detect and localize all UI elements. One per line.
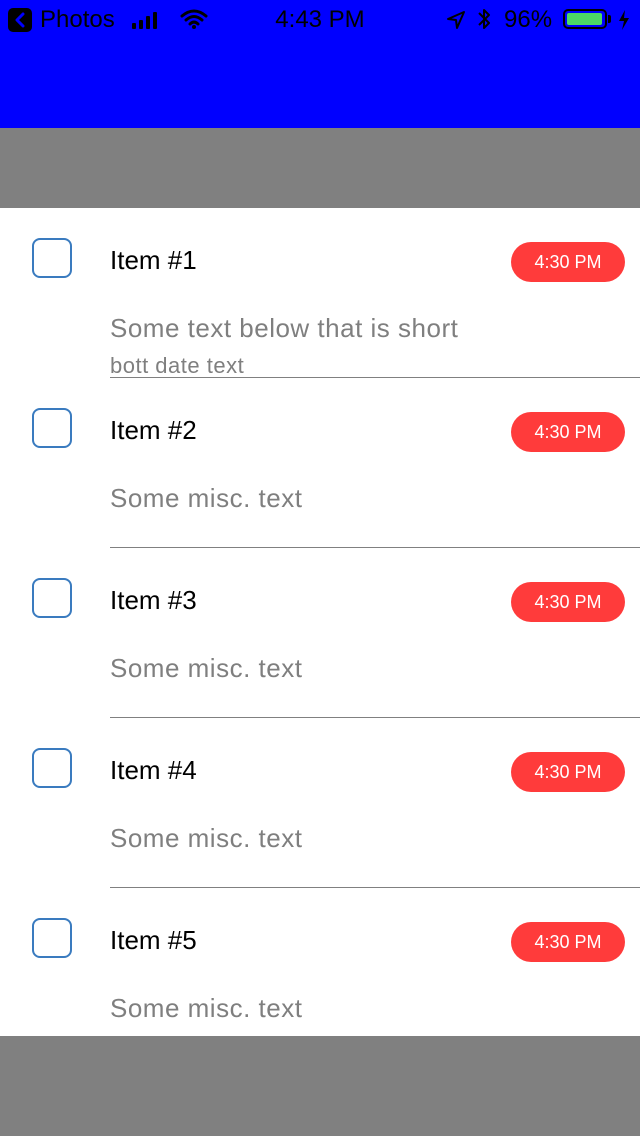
item-title: Item #1 [110,245,197,275]
app-screen: Photos 4:43 PM 96% Item #1 4:30 PM Some … [0,0,640,1136]
item-checkbox[interactable] [32,408,72,448]
time-badge: 4:30 PM [511,242,625,282]
bottom-bar [0,1036,640,1136]
item-checkbox[interactable] [32,748,72,788]
location-arrow-icon [446,9,466,37]
item-title: Item #3 [110,585,197,615]
item-title: Item #4 [110,755,197,785]
list-item[interactable]: Item #2 4:30 PM Some misc. text [0,378,640,548]
item-title: Item #5 [110,925,197,955]
list-item[interactable]: Item #5 4:30 PM Some misc. text [0,888,640,1036]
item-subtitle: Some text below that is short [110,313,459,343]
item-list[interactable]: Item #1 4:30 PM Some text below that is … [0,208,640,1036]
item-date-text: bott date text [110,354,245,377]
battery-tip [608,15,611,23]
battery-icon [563,9,607,29]
top-bar: Photos 4:43 PM 96% [0,0,640,128]
list-item[interactable]: Item #3 4:30 PM Some misc. text [0,548,640,718]
item-checkbox[interactable] [32,918,72,958]
time-badge: 4:30 PM [511,412,625,452]
list-item[interactable]: Item #1 4:30 PM Some text below that is … [0,208,640,378]
status-bar: Photos 4:43 PM 96% [0,0,640,40]
charging-bolt-icon [618,9,630,37]
item-subtitle: Some misc. text [110,993,303,1023]
gray-header [0,128,640,208]
item-subtitle: Some misc. text [110,653,303,683]
time-badge: 4:30 PM [511,922,625,962]
time-badge: 4:30 PM [511,752,625,792]
item-subtitle: Some misc. text [110,483,303,513]
battery-percent: 96% [504,6,553,33]
item-checkbox[interactable] [32,238,72,278]
item-checkbox[interactable] [32,578,72,618]
bluetooth-icon [476,6,492,39]
item-title: Item #2 [110,415,197,445]
time-badge: 4:30 PM [511,582,625,622]
battery-level [567,13,602,25]
list-item[interactable]: Item #4 4:30 PM Some misc. text [0,718,640,888]
item-subtitle: Some misc. text [110,823,303,853]
